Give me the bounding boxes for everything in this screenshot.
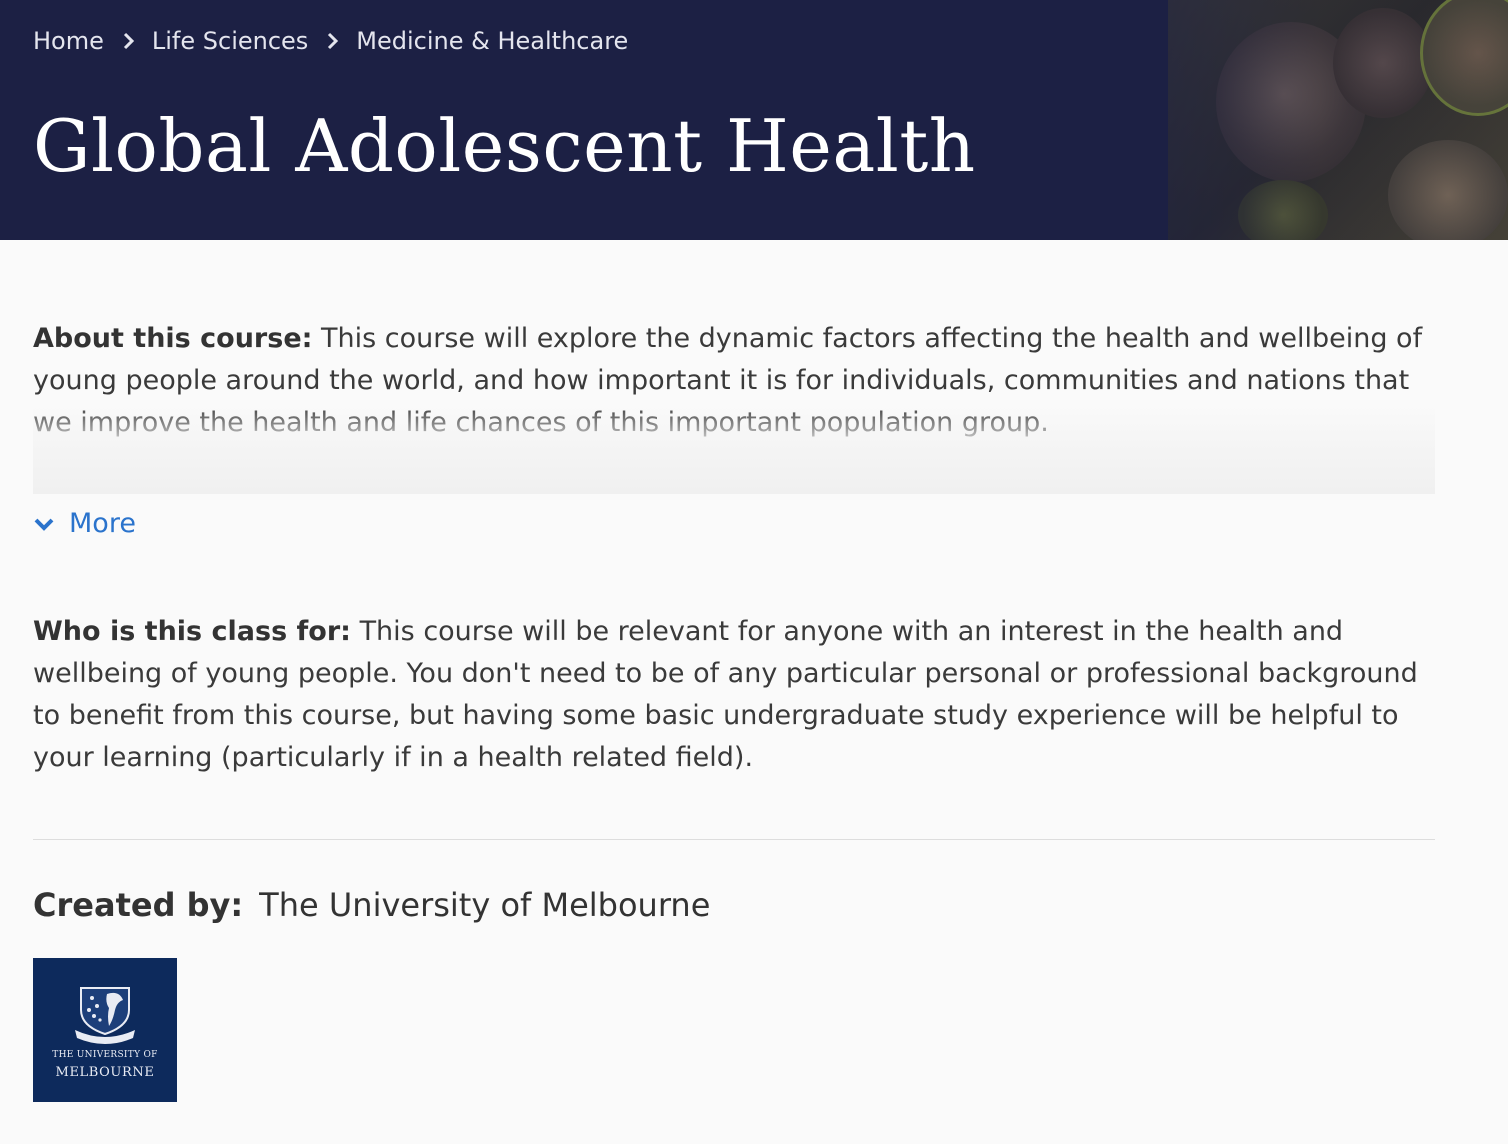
about-fade-overlay (33, 404, 1435, 494)
about-label: About this course: (33, 323, 313, 354)
hero-photo (1168, 0, 1508, 240)
chevron-down-icon (34, 518, 54, 531)
creator-label: Created by: (33, 886, 244, 924)
breadcrumb-home-link[interactable]: Home (33, 27, 104, 55)
university-crest-icon (75, 987, 135, 1044)
audience-paragraph: Who is this class for: This course will … (33, 611, 1435, 779)
logo-text-line2: MELBOURNE (55, 1065, 155, 1080)
audience-label: Who is this class for: (33, 616, 351, 647)
creator-row: Created by: The University of Melbourne (33, 886, 1435, 924)
chevron-right-icon (120, 32, 138, 50)
course-description: About this course: This course will expl… (33, 318, 1435, 1102)
course-hero-banner: Home Life Sciences Medicine & Healthcare… (0, 0, 1508, 240)
university-logo[interactable]: THE UNIVERSITY OF MELBOURNE (33, 958, 177, 1102)
audience-section: Who is this class for: This course will … (33, 611, 1435, 779)
more-label: More (69, 508, 136, 539)
breadcrumb: Home Life Sciences Medicine & Healthcare (33, 27, 628, 55)
hero-photo-overlay (1168, 0, 1508, 240)
creator-name[interactable]: The University of Melbourne (259, 886, 710, 924)
page-title: Global Adolescent Health (33, 104, 976, 188)
logo-text-line1: THE UNIVERSITY OF (52, 1050, 158, 1060)
about-section: About this course: This course will expl… (33, 318, 1435, 494)
breadcrumb-life-sciences-link[interactable]: Life Sciences (152, 27, 308, 55)
chevron-right-icon (324, 32, 342, 50)
more-toggle-button[interactable]: More (33, 508, 153, 539)
section-divider (33, 839, 1435, 840)
breadcrumb-medicine-healthcare-link[interactable]: Medicine & Healthcare (356, 27, 628, 55)
